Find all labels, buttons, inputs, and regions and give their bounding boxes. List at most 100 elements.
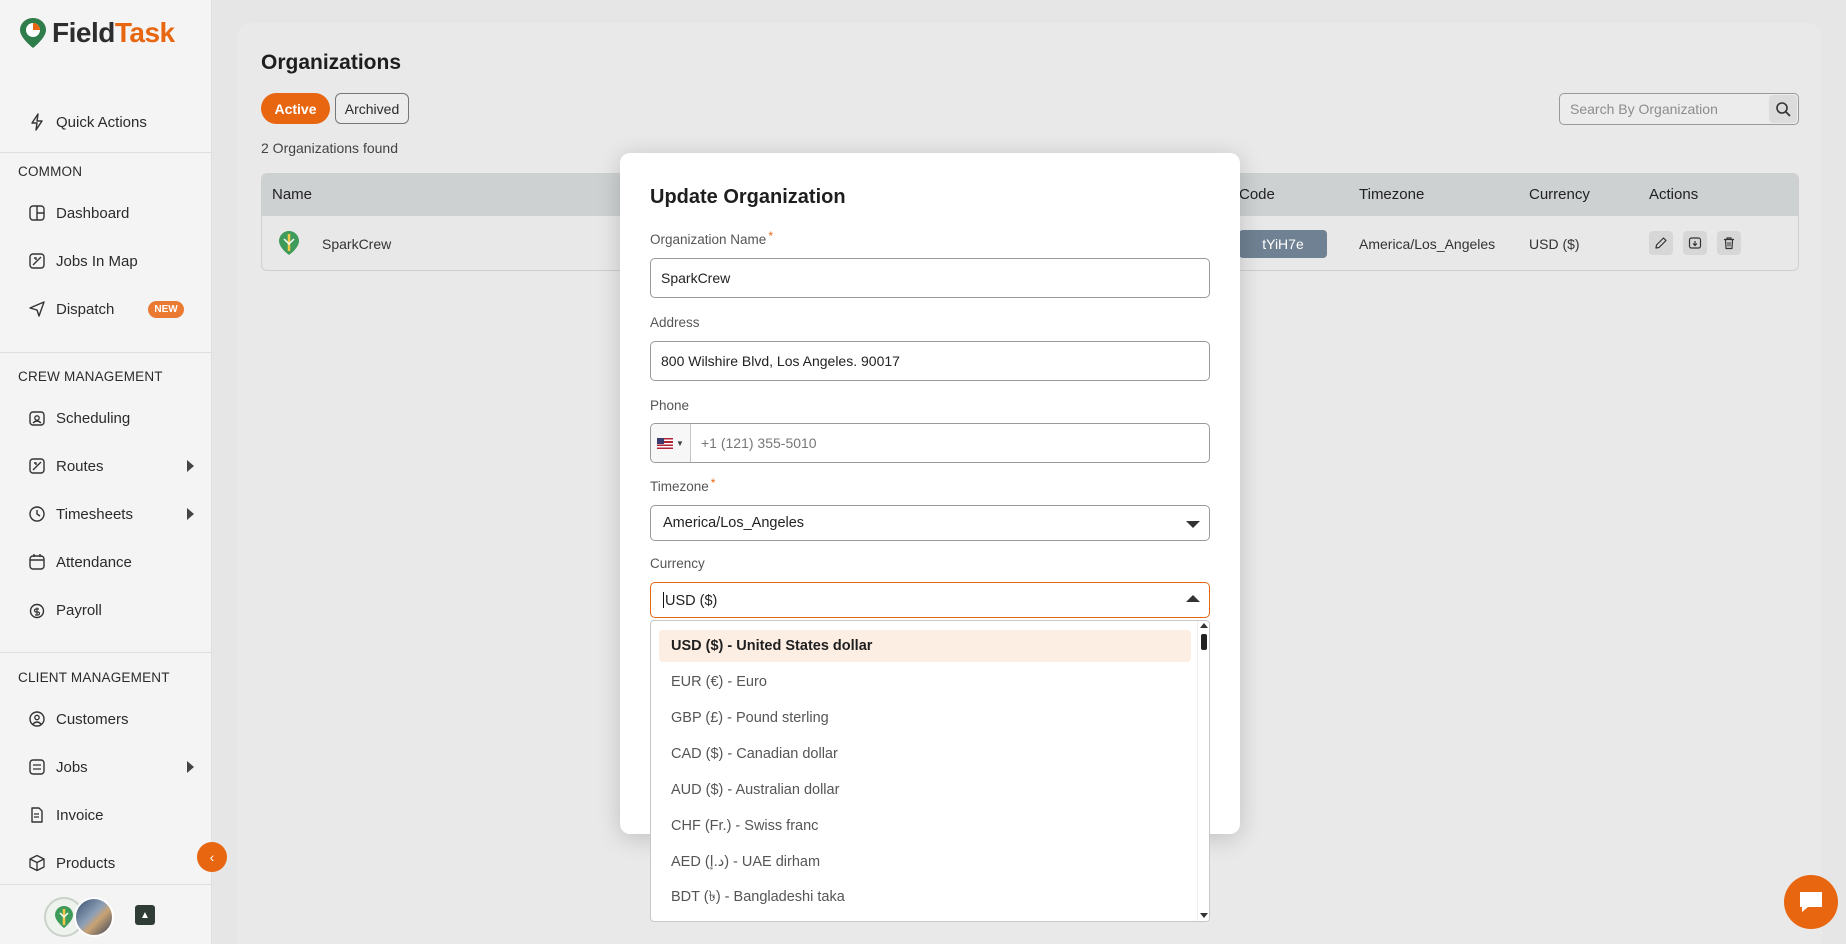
send-icon: [29, 301, 45, 317]
scroll-up-icon[interactable]: [1200, 623, 1208, 628]
currency-option[interactable]: USD ($) - United States dollar: [659, 630, 1191, 662]
sidebar-item-dashboard[interactable]: Dashboard: [28, 199, 188, 227]
sidebar-item-label: Jobs: [56, 758, 88, 776]
lightning-icon: [31, 113, 43, 131]
address-field[interactable]: [650, 341, 1210, 381]
sidebar-divider: [0, 152, 212, 153]
country-selector[interactable]: ▼: [651, 424, 691, 462]
filter-archived-button[interactable]: Archived: [335, 93, 409, 124]
cell-code-pill[interactable]: tYiH7e: [1239, 230, 1327, 258]
currency-option[interactable]: AED (د.إ) - UAE dirham: [659, 846, 1191, 878]
sidebar-item-routes[interactable]: Routes: [28, 452, 194, 480]
scroll-thumb[interactable]: [1201, 634, 1207, 650]
column-header-code: Code: [1239, 186, 1275, 203]
sidebar-item-label: Dispatch: [56, 300, 115, 318]
scheduling-icon: [29, 411, 45, 426]
chevron-up-icon[interactable]: ▲: [135, 905, 155, 925]
sidebar-item-customers[interactable]: Customers: [28, 705, 188, 733]
map-icon: [29, 253, 45, 269]
sidebar-item-jobs-in-map[interactable]: Jobs In Map: [28, 247, 188, 275]
user-avatar[interactable]: [74, 897, 114, 937]
archive-icon[interactable]: [1683, 231, 1707, 255]
currency-option[interactable]: AUD ($) - Australian dollar: [659, 774, 1191, 806]
sidebar-item-quick-actions[interactable]: Quick Actions: [28, 108, 188, 136]
sidebar-item-label: Timesheets: [56, 505, 133, 523]
sidebar-item-invoice[interactable]: Invoice: [28, 801, 188, 829]
invoice-icon: [31, 807, 43, 823]
address-label: Address: [650, 315, 700, 330]
org-name-label-text: Organization Name: [650, 232, 767, 247]
logo-text-field: Field: [52, 17, 115, 48]
search-box[interactable]: [1559, 93, 1799, 125]
timezone-select[interactable]: America/Los_Angeles: [650, 505, 1210, 541]
cell-name: SparkCrew: [322, 236, 392, 252]
sidebar-item-products[interactable]: Products: [28, 849, 188, 877]
expand-caret-icon[interactable]: [187, 508, 194, 520]
sidebar-item-label: Payroll: [56, 601, 102, 619]
sidebar-item-label: Invoice: [56, 806, 104, 824]
phone-field[interactable]: ▼: [650, 423, 1221, 463]
payroll-icon: [29, 603, 45, 619]
sidebar-item-label: Dashboard: [56, 204, 130, 222]
sidebar-divider: [0, 652, 212, 653]
expand-caret-icon[interactable]: [187, 761, 194, 773]
sidebar-item-attendance[interactable]: Attendance: [28, 548, 188, 576]
sidebar-item-timesheets[interactable]: Timesheets: [28, 500, 194, 528]
sidebar-item-payroll[interactable]: Payroll: [28, 596, 188, 624]
sidebar-item-scheduling[interactable]: Scheduling: [28, 404, 188, 432]
sidebar-item-dispatch[interactable]: Dispatch NEW: [28, 295, 188, 323]
app-logo[interactable]: FieldTask: [18, 16, 175, 50]
chevron-up-icon[interactable]: [1186, 595, 1200, 602]
search-input[interactable]: [1570, 101, 1765, 117]
search-icon[interactable]: [1769, 95, 1797, 123]
timezone-value: America/Los_Angeles: [663, 515, 805, 531]
column-header-name: Name: [272, 186, 313, 203]
sidebar-item-label: Attendance: [56, 553, 132, 571]
scroll-down-icon[interactable]: [1200, 913, 1208, 918]
address-input[interactable]: [661, 353, 1181, 369]
currency-label: Currency: [650, 556, 705, 571]
org-name-input[interactable]: [661, 270, 1181, 286]
cell-timezone: America/Los_Angeles: [1359, 236, 1496, 252]
us-flag-icon: [657, 437, 674, 449]
logo-text-task: Task: [114, 17, 175, 48]
sidebar-item-label: Jobs In Map: [56, 252, 138, 270]
section-label-client: CLIENT MANAGEMENT: [18, 670, 170, 685]
currency-option[interactable]: GBP (£) - Pound sterling: [659, 702, 1191, 734]
currency-option[interactable]: CHF (Fr.) - Swiss franc: [659, 810, 1191, 842]
avatar-group[interactable]: [44, 897, 114, 937]
currency-value: USD ($): [665, 593, 718, 609]
currency-option[interactable]: EUR (€) - Euro: [659, 666, 1191, 698]
dropdown-scrollbar[interactable]: [1197, 621, 1209, 921]
chevron-down-icon[interactable]: [1186, 521, 1200, 528]
currency-option[interactable]: CAD ($) - Canadian dollar: [659, 738, 1191, 770]
chat-button[interactable]: [1784, 875, 1838, 929]
filter-active-button[interactable]: Active: [261, 93, 330, 124]
modal-title: Update Organization: [650, 186, 846, 208]
sidebar-item-label: Scheduling: [56, 409, 131, 427]
new-badge: NEW: [148, 300, 184, 318]
currency-select[interactable]: USD ($): [650, 582, 1210, 618]
org-name-field[interactable]: [650, 258, 1210, 298]
column-header-currency: Currency: [1529, 186, 1590, 203]
dashboard-icon: [29, 205, 45, 221]
logo-pin-icon: [18, 16, 48, 50]
currency-option[interactable]: BDT (৳) - Bangladeshi taka: [659, 882, 1191, 914]
box-icon: [29, 854, 45, 872]
sidebar-item-jobs[interactable]: Jobs: [28, 753, 194, 781]
routes-icon: [29, 458, 45, 474]
edit-icon[interactable]: [1649, 231, 1673, 255]
sidebar-item-label: Routes: [56, 457, 104, 475]
page-title: Organizations: [261, 51, 402, 74]
timezone-label-text: Timezone: [650, 479, 709, 494]
collapse-sidebar-button[interactable]: ‹: [197, 842, 227, 872]
required-mark: *: [768, 229, 773, 243]
sidebar-item-label: Products: [56, 854, 116, 872]
expand-caret-icon[interactable]: [187, 460, 194, 472]
sidebar-item-label: Customers: [56, 710, 129, 728]
caret-down-icon: ▼: [676, 438, 684, 448]
phone-input[interactable]: [701, 435, 1221, 451]
delete-icon[interactable]: [1717, 231, 1741, 255]
timezone-label: Timezone *: [650, 476, 715, 494]
currency-value-wrap: USD ($): [663, 592, 717, 609]
